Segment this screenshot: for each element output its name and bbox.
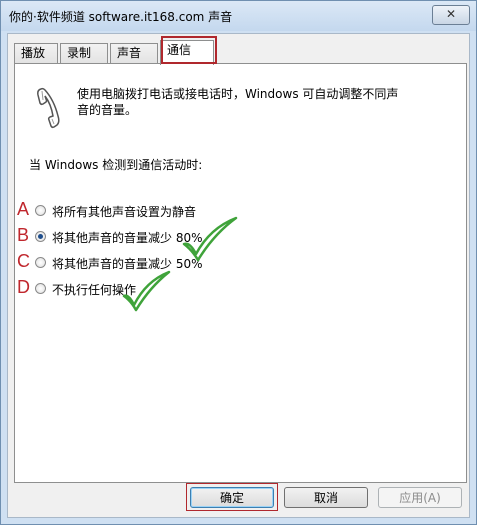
cancel-button[interactable]: 取消	[284, 487, 368, 508]
tab-recording[interactable]: 录制	[60, 43, 108, 63]
ok-button[interactable]: 确定	[190, 487, 274, 508]
title-bar: 你的·软件频道 software.it168.com 声音 ✕	[1, 1, 476, 31]
annotation-letter: B	[17, 225, 30, 245]
dialog-content: 播放 录制 声音 通信 使用电脑拨打电话或接电话时，Windows 可自动调整不…	[7, 33, 470, 518]
tab-playback[interactable]: 播放	[14, 43, 58, 63]
tab-annotation-box	[161, 36, 217, 64]
detect-label: 当 Windows 检测到通信活动时:	[29, 158, 203, 172]
tab-sounds[interactable]: 声音	[110, 43, 158, 63]
phone-icon	[37, 87, 60, 129]
communications-panel: 使用电脑拨打电话或接电话时，Windows 可自动调整不同声音的音量。 当 Wi…	[14, 63, 467, 483]
radio-button[interactable]	[35, 205, 46, 216]
radio-button-selected[interactable]	[35, 231, 46, 242]
window-title: 你的·软件频道 software.it168.com 声音	[9, 10, 233, 24]
checkmark-icon	[182, 216, 238, 262]
annotation-letter: D	[17, 277, 30, 297]
radio-button[interactable]	[35, 283, 46, 294]
close-button[interactable]: ✕	[432, 5, 470, 25]
apply-button[interactable]: 应用(A)	[378, 487, 462, 508]
annotation-letter: A	[17, 199, 30, 219]
option-label: 将所有其他声音设置为静音	[52, 205, 197, 219]
description-text: 使用电脑拨打电话或接电话时，Windows 可自动调整不同声音的音量。	[77, 87, 399, 117]
annotation-letter: C	[17, 251, 30, 271]
checkmark-icon	[122, 270, 171, 312]
sound-dialog: 你的·软件频道 software.it168.com 声音 ✕ 播放 录制 声音…	[0, 0, 477, 525]
radio-button[interactable]	[35, 257, 46, 268]
